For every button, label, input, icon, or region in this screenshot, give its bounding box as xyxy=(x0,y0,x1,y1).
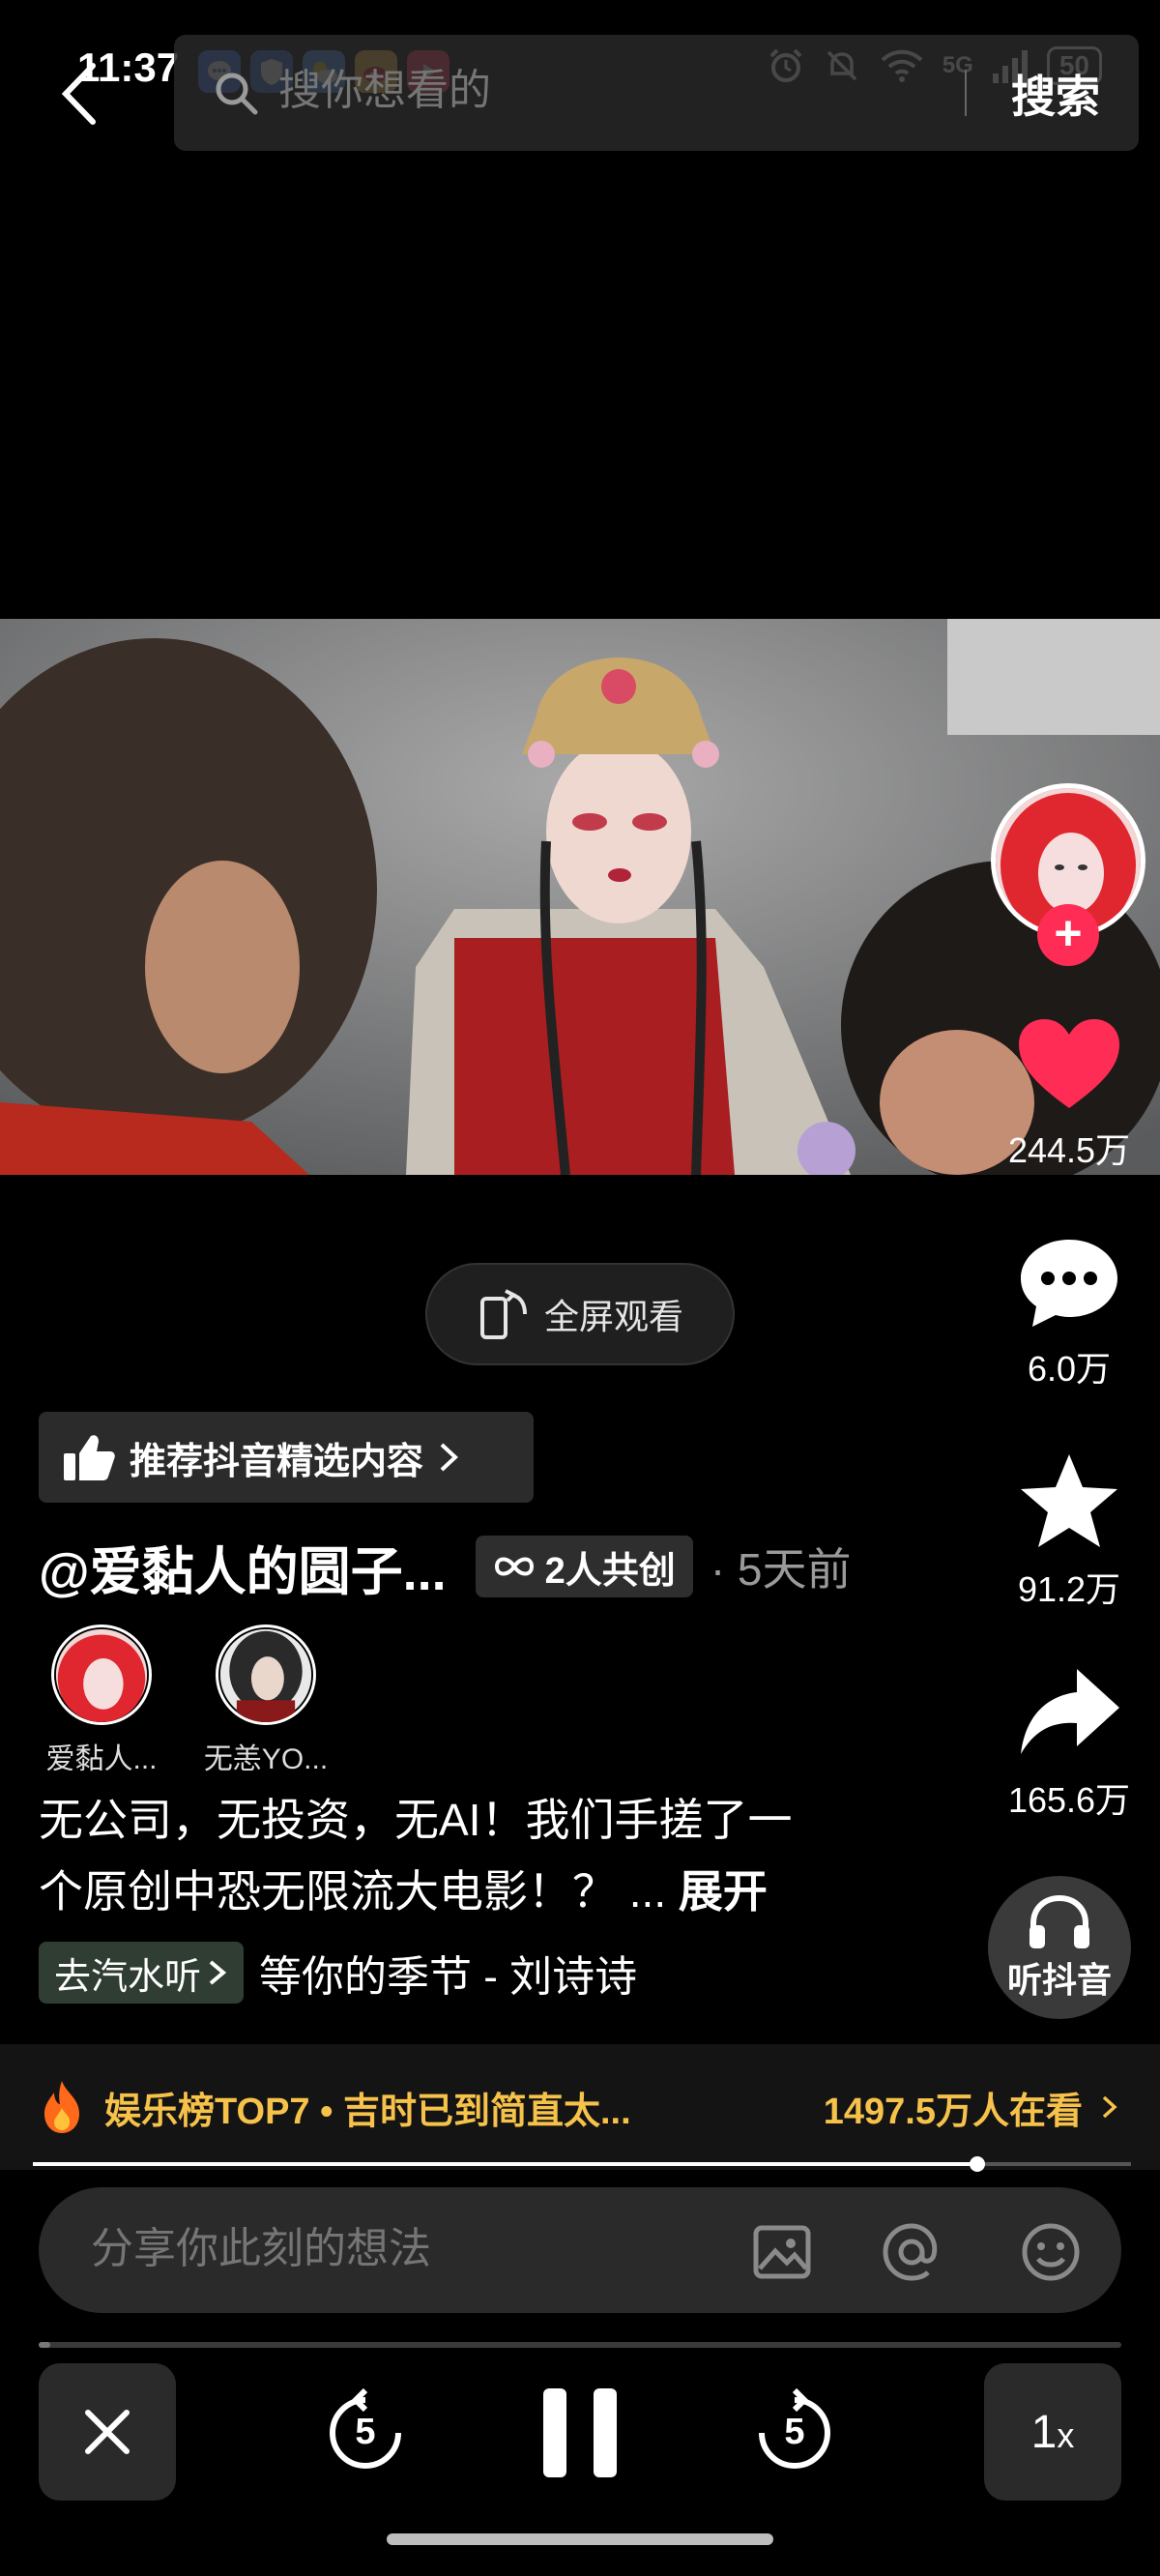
share-count: 165.6万 xyxy=(1007,1780,1131,1820)
comment-input[interactable] xyxy=(91,2220,710,2278)
mention-icon[interactable] xyxy=(880,2220,943,2284)
comment-count: 6.0万 xyxy=(1027,1349,1112,1389)
headphones-icon xyxy=(1030,1894,1089,1948)
rotate-screen-icon xyxy=(479,1289,527,1339)
description-line-2: 个原创中恐无限流大电影！？ ... xyxy=(39,1866,667,1917)
avatar xyxy=(51,1625,152,1725)
co-create-label: 2人共创 xyxy=(544,1550,676,1592)
pause-icon xyxy=(543,2388,617,2477)
search-icon xyxy=(216,73,258,115)
forward-seconds: 5 xyxy=(784,2412,805,2452)
video-description: 无公司，无投资，无AI！我们手搓了一 个原创中恐无限流大电影！？ ... 展开 xyxy=(39,1784,909,1927)
description-line-1: 无公司，无投资，无AI！我们手搓了一 xyxy=(39,1795,793,1845)
speed-label: 1x xyxy=(1031,2406,1075,2459)
qishui-label: 去汽水听 xyxy=(54,1956,202,1998)
video-progress-fill xyxy=(33,2162,977,2166)
share-action[interactable]: 165.6万 xyxy=(963,1665,1160,1823)
comment-bubble-icon xyxy=(1021,1240,1117,1327)
expand-button[interactable]: 展开 xyxy=(679,1866,768,1917)
home-indicator[interactable] xyxy=(387,2533,773,2545)
fire-icon xyxy=(44,2081,79,2133)
coauthor-name: 爱黏人... xyxy=(45,1743,158,1775)
thumbs-up-icon xyxy=(64,1435,115,1480)
coauthor-item[interactable]: 爱黏人... xyxy=(39,1625,164,1777)
fullscreen-button[interactable]: 全屏观看 xyxy=(425,1263,735,1365)
forward-button[interactable]: 5 xyxy=(746,2385,843,2481)
comment-box xyxy=(39,2187,1121,2313)
coauthor-name: 无恙YO... xyxy=(203,1743,329,1775)
player-controls: 5 5 1x xyxy=(0,2363,1160,2501)
comment-action[interactable]: 6.0万 xyxy=(963,1234,1160,1391)
post-time: · 5天前 xyxy=(710,1544,852,1595)
like-count: 244.5万 xyxy=(1007,1130,1131,1170)
image-icon[interactable] xyxy=(750,2220,814,2284)
chevron-right-icon xyxy=(209,1960,227,1985)
video-progress-bar[interactable] xyxy=(33,2156,1131,2172)
player-progress-fill xyxy=(39,2342,50,2348)
search-input[interactable] xyxy=(278,62,955,120)
avatar xyxy=(216,1625,316,1725)
author-name[interactable]: @爱黏人的圆子... xyxy=(39,1529,447,1605)
fullscreen-label: 全屏观看 xyxy=(543,1297,683,1336)
search-divider xyxy=(965,70,967,116)
rewind-button[interactable]: 5 xyxy=(317,2385,414,2481)
playback-speed-button[interactable]: 1x xyxy=(984,2363,1121,2501)
close-icon xyxy=(85,2410,130,2454)
listen-label: 听抖音 xyxy=(1006,1960,1112,2000)
author-row: @爱黏人的圆子... 2人共创 · 5天前 xyxy=(39,1528,852,1605)
follow-plus-button[interactable]: + xyxy=(1037,904,1099,966)
music-row: 去汽水听 等你的季节 - 刘诗诗 xyxy=(39,1942,637,2004)
search-bar[interactable]: 搜索 xyxy=(174,35,1139,151)
speed-value: 1 xyxy=(1030,2406,1058,2458)
back-icon[interactable] xyxy=(58,60,101,128)
close-player-button[interactable] xyxy=(39,2363,176,2501)
favorite-count: 91.2万 xyxy=(1017,1569,1121,1609)
recommend-label: 推荐抖音精选内容 xyxy=(130,1441,424,1482)
coauthor-list: 爱黏人... 无恙YO... xyxy=(39,1625,329,1777)
share-arrow-icon xyxy=(1021,1669,1119,1754)
like-action[interactable]: 244.5万 xyxy=(963,1015,1160,1173)
pause-button[interactable] xyxy=(532,2385,628,2481)
chevron-right-icon xyxy=(1102,2095,1117,2119)
player-progress-bar[interactable] xyxy=(39,2342,1121,2348)
star-icon xyxy=(1021,1454,1117,1547)
chevron-right-icon xyxy=(440,1443,458,1472)
recommend-badge[interactable]: 推荐抖音精选内容 xyxy=(39,1412,534,1503)
coauthor-item[interactable]: 无恙YO... xyxy=(203,1625,329,1777)
listen-in-qishui-button[interactable]: 去汽水听 xyxy=(39,1942,245,2004)
video-progress-handle[interactable] xyxy=(969,2156,985,2172)
speed-unit: x xyxy=(1057,2415,1075,2455)
emoji-icon[interactable] xyxy=(1019,2220,1083,2284)
infinity-icon xyxy=(494,1557,534,1576)
heart-icon xyxy=(1019,1019,1119,1108)
song-title[interactable]: 等你的季节 - 刘诗诗 xyxy=(259,1942,637,2004)
co-create-badge[interactable]: 2人共创 xyxy=(475,1536,693,1597)
trending-viewers: 1497.5万人在看 xyxy=(823,2091,1083,2132)
trending-title: 娱乐榜TOP7 • 吉时已到简直太... xyxy=(104,2091,631,2132)
trending-banner[interactable]: 娱乐榜TOP7 • 吉时已到简直太... 1497.5万人在看 xyxy=(0,2044,1160,2170)
rewind-seconds: 5 xyxy=(355,2412,376,2452)
search-button[interactable]: 搜索 xyxy=(1011,62,1100,126)
favorite-action[interactable]: 91.2万 xyxy=(963,1450,1160,1612)
listen-douyin-button[interactable]: 听抖音 xyxy=(988,1876,1131,2019)
